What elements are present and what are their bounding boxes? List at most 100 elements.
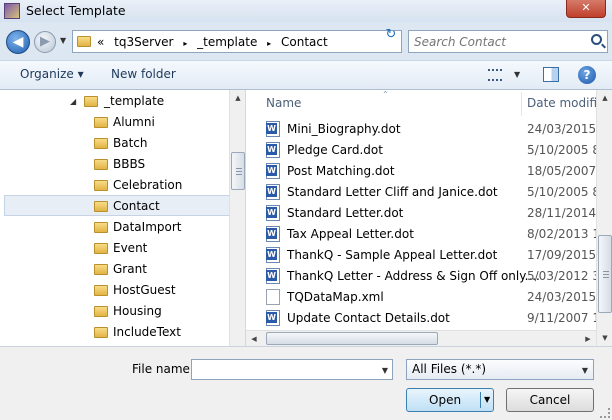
cancel-button[interactable]: Cancel — [506, 388, 594, 412]
expanded-triangle-icon[interactable]: ◢ — [70, 97, 76, 106]
navigation-pane: ◢ _template Alumni Batch BBBS Celebratio… — [0, 90, 246, 346]
preview-pane-icon[interactable] — [543, 67, 559, 82]
folder-icon — [94, 327, 108, 338]
split-divider — [480, 392, 481, 408]
file-name: Standard Letter Cliff and Janice.dot — [287, 185, 498, 199]
close-button[interactable]: ✕ — [566, 0, 606, 18]
file-row[interactable]: Mini_Biography.dot 24/03/2015 1 — [266, 119, 599, 140]
tree-item-bbbs[interactable]: BBBS — [4, 154, 230, 175]
tree-item-event[interactable]: Event — [4, 238, 230, 259]
scroll-left-arrow-icon[interactable]: ◀ — [246, 331, 262, 347]
file-row[interactable]: ThankQ - Sample Appeal Letter.dot 17/09/… — [266, 245, 599, 266]
breadcrumb-separator-icon[interactable]: ▸ — [183, 39, 187, 48]
scroll-right-arrow-icon[interactable]: ▶ — [580, 331, 596, 347]
folder-icon — [94, 201, 108, 212]
tree-item-celebration[interactable]: Celebration — [4, 175, 230, 196]
file-date: 17/09/2015 8 — [527, 248, 599, 262]
scrollbar-thumb[interactable] — [266, 332, 438, 345]
refresh-button[interactable]: ↻ — [380, 27, 402, 49]
file-date: 5/03/2012 3: — [527, 269, 599, 283]
new-folder-button[interactable]: New folder — [111, 67, 176, 81]
file-name-chevron-down-icon[interactable]: ▼ — [382, 366, 388, 375]
help-icon[interactable]: ? — [578, 66, 596, 84]
file-row[interactable]: Post Matching.dot 18/05/2007 2 — [266, 161, 599, 182]
column-header-date-modified[interactable]: Date modifie — [527, 96, 604, 120]
breadcrumb-tq3server[interactable]: tq3Server — [114, 35, 173, 49]
open-options-chevron-down-icon[interactable]: ▼ — [484, 395, 490, 404]
word-doc-icon — [266, 121, 280, 137]
scroll-up-arrow-icon[interactable]: ▲ — [230, 90, 246, 106]
tree-item-grant[interactable]: Grant — [4, 259, 230, 280]
folder-icon — [84, 96, 98, 107]
file-name-input[interactable] — [194, 361, 374, 378]
word-doc-icon — [266, 205, 280, 221]
file-row[interactable]: Standard Letter.dot 28/11/2014 9 — [266, 203, 599, 224]
scrollbar-thumb[interactable] — [598, 235, 612, 313]
tree-item-label: HostGuest — [113, 283, 176, 297]
navigation-pane-scrollbar[interactable]: ▲ — [229, 90, 245, 346]
file-list-vertical-scrollbar[interactable]: ▲ ▼ — [596, 90, 612, 346]
recent-pages-chevron-down-icon[interactable]: ▼ — [60, 36, 66, 45]
file-name: Standard Letter.dot — [287, 206, 404, 220]
file-row[interactable]: Update Contact Details.dot 9/11/2007 10 — [266, 308, 599, 329]
scroll-down-arrow-icon[interactable]: ▼ — [597, 330, 612, 346]
file-row[interactable]: Standard Letter Cliff and Janice.dot 5/1… — [266, 182, 599, 203]
breadcrumb: « tq3Server ▸ _template ▸ Contact — [97, 35, 334, 49]
open-button[interactable]: Open ▼ — [406, 388, 494, 412]
organize-button[interactable]: Organize ▾ — [20, 67, 84, 81]
change-view-icon[interactable] — [488, 69, 502, 81]
file-list-horizontal-scrollbar[interactable]: ◀ ▶ — [246, 330, 596, 346]
file-date: 5/10/2005 8: — [527, 143, 599, 157]
tree-item-housing[interactable]: Housing — [4, 301, 230, 322]
folder-icon — [94, 159, 108, 170]
file-type-chevron-down-icon[interactable]: ▼ — [582, 366, 588, 375]
tree-item-alumni[interactable]: Alumni — [4, 112, 230, 133]
view-options-chevron-down-icon[interactable]: ▼ — [514, 70, 520, 79]
tree-item-template[interactable]: ◢ _template — [4, 91, 230, 112]
back-button[interactable]: ◀ — [6, 30, 30, 54]
file-row[interactable]: TQDataMap.xml 24/03/2015 3 — [266, 287, 599, 308]
search-box[interactable] — [408, 30, 608, 53]
folder-icon — [94, 306, 108, 317]
file-row[interactable]: Pledge Card.dot 5/10/2005 8: — [266, 140, 599, 161]
file-row[interactable]: ThankQ Letter - Address & Sign Off only.… — [266, 266, 599, 287]
breadcrumb-separator-icon[interactable]: ▸ — [267, 39, 271, 48]
search-icon[interactable] — [591, 34, 602, 45]
file-row[interactable]: Tax Appeal Letter.dot 8/02/2013 11 — [266, 224, 599, 245]
folder-icon — [94, 264, 108, 275]
title-bar: Select Template ✕ — [0, 0, 612, 22]
forward-button[interactable]: ▶ — [34, 31, 56, 53]
search-input[interactable] — [412, 33, 582, 50]
resize-grip-icon[interactable] — [600, 408, 610, 418]
file-type-select[interactable]: All Files (*.*) ▼ — [406, 359, 594, 380]
scroll-up-arrow-icon[interactable]: ▲ — [597, 90, 612, 106]
word-doc-icon — [266, 184, 280, 200]
tree-item-dataimport[interactable]: DataImport — [4, 217, 230, 238]
scrollbar-thumb[interactable] — [231, 152, 245, 190]
column-header-name[interactable]: Name — [266, 96, 301, 120]
folder-icon — [94, 222, 108, 233]
address-bar[interactable]: « tq3Server ▸ _template ▸ Contact ▼ — [72, 30, 437, 53]
tree-item-hostguest[interactable]: HostGuest — [4, 280, 230, 301]
tree-item-includetext[interactable]: IncludeText — [4, 322, 230, 343]
tree-item-label: BBBS — [113, 157, 146, 171]
file-name-label: File name: — [132, 362, 194, 376]
command-toolbar: Organize ▾ New folder ▼ ? — [0, 60, 612, 90]
tree-item-label: Housing — [113, 304, 162, 318]
file-date: 9/11/2007 10 — [527, 311, 599, 325]
file-type-value: All Files (*.*) — [412, 362, 487, 376]
tree-item-batch[interactable]: Batch — [4, 133, 230, 154]
tree-item-contact[interactable]: Contact — [4, 195, 230, 216]
breadcrumb-overflow[interactable]: « — [97, 35, 104, 49]
file-name-combo[interactable]: ▼ — [191, 359, 393, 380]
word-doc-icon — [266, 268, 280, 284]
breadcrumb-contact[interactable]: Contact — [281, 35, 328, 49]
folder-icon — [94, 180, 108, 191]
breadcrumb-template[interactable]: _template — [197, 35, 257, 49]
file-date: 18/05/2007 2 — [527, 164, 599, 178]
word-doc-icon — [266, 142, 280, 158]
file-date: 24/03/2015 3 — [527, 290, 599, 304]
column-divider[interactable] — [521, 92, 522, 116]
dialog-footer: File name: ▼ All Files (*.*) ▼ Open ▼ Ca… — [0, 346, 612, 420]
open-button-label: Open — [429, 393, 462, 407]
